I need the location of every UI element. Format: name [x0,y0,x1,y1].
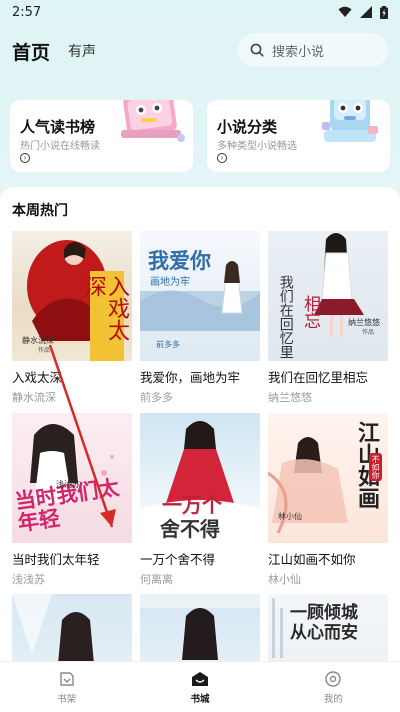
card-subtitle: 多种类型小说畅选 [217,141,297,152]
book-item[interactable] [12,594,132,661]
cover-title-accent: 不如你 [369,453,382,481]
robot-mascot-illustration [322,100,378,142]
nav-label: 书城 [190,693,210,705]
book-item[interactable]: 我们在回忆里 相忘 纳兰悠悠 作品 我们在回忆里相忘 纳兰悠悠 [268,231,388,405]
book-title: 我们在回忆里相忘 [268,370,369,385]
bottom-nav: 书架 书城 我的 [0,661,400,712]
bookshelf-icon [59,671,74,686]
nav-label: 书架 [57,693,77,705]
book-item[interactable]: 当时我们太年轻 浅浅苏 当时我们太年轻 浅浅苏 [12,413,132,587]
book-author: 纳兰悠悠 [268,391,312,404]
cover-title: 入戏太深 [80,275,129,341]
cover-subtitle: 作品 [361,329,374,336]
top-nav: 首页 有声 搜索小说 [0,33,400,67]
book-cover[interactable]: 入戏太深 静水流深 作品 [12,231,132,361]
book-cover[interactable]: 江山如画 不如你 林小仙 [268,413,388,543]
book-item[interactable]: 入戏太深 静水流深 作品 入戏太深 静水流深 [12,231,132,405]
book-title: 我爱你，画地为牢 [140,370,241,385]
section-title: 本周热门 [12,203,68,219]
book-cover[interactable] [140,594,260,661]
book-item[interactable]: 一万个 舍不得 一万个舍不得 何离离 [140,413,260,587]
card-title: 小说分类 [217,118,278,136]
card-title: 人气读书榜 [20,118,96,136]
book-cover[interactable] [12,594,132,661]
book-author: 前多多 [140,391,173,404]
book-item[interactable]: 一顾倾城 从心而安 [268,594,388,661]
profile-icon [325,670,342,687]
book-title: 入戏太深 [12,370,63,385]
book-cover[interactable]: 一万个 舍不得 [140,413,260,543]
book-cover[interactable]: 我爱你 画地为牢 前多多 [140,231,260,361]
cover-title-accent: 从心而安 [290,623,358,643]
cover-subtitle: 画地为牢 [150,277,190,288]
book-author: 静水流深 [12,391,56,404]
battery-icon [380,5,388,19]
nav-profile[interactable]: 我的 [267,662,400,712]
signal-icon [360,6,372,18]
cover-title: 我爱你 [148,248,211,273]
status-time: 2:57 [12,4,42,20]
cover-author: 浅浅苏 [56,480,80,489]
cover-author: 林小仙 [278,512,302,521]
wifi-icon [338,6,352,17]
cover-author: 前多多 [156,340,180,349]
book-title: 一万个舍不得 [140,552,216,567]
bookstore-icon [191,671,208,686]
book-author: 何离离 [140,573,173,586]
book-title: 当时我们太年轻 [12,552,100,567]
arrow-right-icon: › [20,153,30,163]
book-cover[interactable]: 我们在回忆里 相忘 纳兰悠悠 作品 [268,231,388,361]
cover-title-accent: 舍不得 [160,517,220,541]
book-author: 林小仙 [268,573,301,586]
cover-art [12,594,94,661]
popular-ranking-card[interactable]: 人气读书榜 热门小说在线畅读 › [10,100,193,172]
book-cover[interactable]: 当时我们太年轻 浅浅苏 [12,413,132,543]
search-input[interactable]: 搜索小说 [238,33,388,67]
novel-category-card[interactable]: 小说分类 多种类型小说畅选 › [207,100,390,172]
cover-art [140,594,260,660]
status-bar: 2:57 [0,0,400,24]
search-placeholder: 搜索小说 [272,44,325,60]
tab-audio[interactable]: 有声 [68,41,96,61]
nav-label: 我的 [323,693,343,705]
cover-subtitle: 作品 [38,347,51,354]
book-item[interactable] [140,594,260,661]
nav-bookshelf[interactable]: 书架 [0,662,133,712]
book-mascot-illustration [121,100,185,142]
card-subtitle: 热门小说在线畅读 [20,141,100,152]
book-item[interactable]: 我爱你 画地为牢 前多多 我爱你，画地为牢 前多多 [140,231,260,405]
book-cover[interactable]: 一顾倾城 从心而安 [268,594,388,661]
tab-home[interactable]: 首页 [12,38,50,65]
main-content: 本周热门 入戏太深 静水流深 作品 入戏太深 静水流深 我爱你 画地为牢 前多多… [0,187,400,661]
cover-title: 我们在回忆里 [277,275,294,359]
feature-cards: 人气读书榜 热门小说在线畅读 › 小说分类 多种类型小说畅选 › [10,100,390,172]
book-title: 江山如画不如你 [268,552,356,567]
book-item[interactable]: 江山如画 不如你 林小仙 江山如画不如你 林小仙 [268,413,388,587]
nav-bookstore[interactable]: 书城 [133,662,266,712]
cover-title-accent: 相忘 [300,295,320,329]
book-author: 浅浅苏 [12,573,45,586]
search-icon [250,43,264,57]
arrow-right-icon: › [217,153,227,163]
